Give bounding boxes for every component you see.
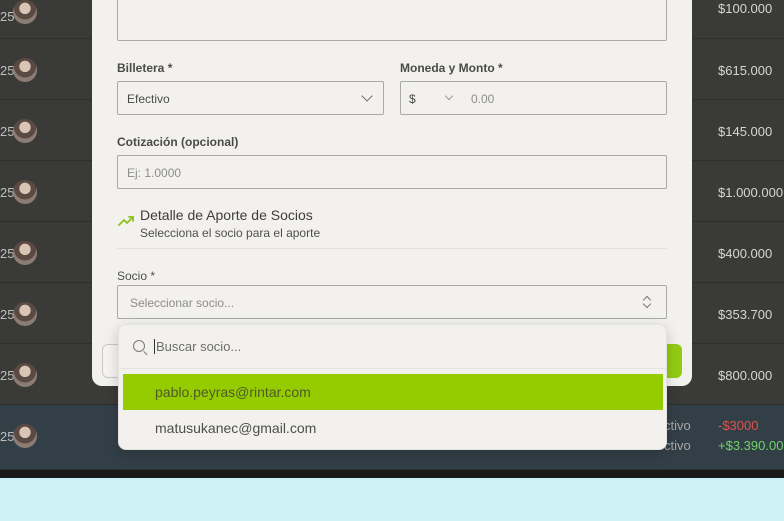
socio-dropdown: pablo.peyras@rintar.com matusukanec@gmai… xyxy=(118,324,667,450)
avatar xyxy=(13,180,37,204)
row-amount-negative: -$3000 xyxy=(718,418,759,433)
moneda-monto-field: $ 0.00 xyxy=(400,81,667,115)
search-input[interactable] xyxy=(154,339,634,354)
billetera-value: Efectivo xyxy=(127,92,170,106)
avatar xyxy=(13,241,37,265)
avatar xyxy=(13,119,37,143)
chevron-down-icon xyxy=(444,91,454,101)
row-status: ctivo xyxy=(664,438,691,453)
footer-bar xyxy=(0,470,784,478)
avatar xyxy=(13,302,37,326)
row-amount: $800.000 xyxy=(718,368,773,383)
avatar xyxy=(13,0,37,24)
dropdown-search xyxy=(119,325,666,369)
amount-input[interactable]: 0.00 xyxy=(471,92,494,106)
cotizacion-placeholder: Ej: 1.0000 xyxy=(127,166,182,180)
divider xyxy=(117,248,667,249)
row-amount: $615.000 xyxy=(718,63,773,78)
moneda-label: Moneda y Monto * xyxy=(400,61,503,75)
row-amount: $1.000.000 xyxy=(718,185,784,200)
chevron-down-icon xyxy=(361,90,373,102)
dropdown-option[interactable]: matusukanec@gmail.com xyxy=(123,410,663,446)
row-amount: $145.000 xyxy=(718,124,773,139)
socio-label: Socio * xyxy=(117,269,156,283)
chevron-up-down-icon xyxy=(642,294,652,310)
cotizacion-input[interactable]: Ej: 1.0000 xyxy=(117,155,667,189)
row-amount: $400.000 xyxy=(718,246,773,261)
dropdown-option[interactable]: pablo.peyras@rintar.com xyxy=(123,374,663,410)
billetera-label: Billetera * xyxy=(117,61,173,75)
notes-textarea[interactable] xyxy=(117,0,667,41)
currency-select[interactable]: $ xyxy=(401,82,461,114)
socio-select[interactable]: Seleccionar socio... xyxy=(117,285,667,319)
row-amount: $100.000 xyxy=(718,1,773,16)
row-status: ctivo xyxy=(664,418,691,433)
avatar xyxy=(13,58,37,82)
row-amount: $353.700 xyxy=(718,307,773,322)
avatar xyxy=(13,424,37,448)
search-icon xyxy=(133,340,145,352)
cotizacion-label: Cotización (opcional) xyxy=(117,135,239,149)
currency-value: $ xyxy=(409,92,416,106)
section-subtitle: Selecciona el socio para el aporte xyxy=(140,226,321,240)
avatar xyxy=(13,363,37,387)
row-amount-positive: +$3.390.000 xyxy=(718,438,784,453)
section-title: Detalle de Aporte de Socios xyxy=(140,207,313,223)
socio-placeholder: Seleccionar socio... xyxy=(130,296,235,310)
trending-up-icon xyxy=(118,216,134,226)
billetera-select[interactable]: Efectivo xyxy=(117,81,384,115)
